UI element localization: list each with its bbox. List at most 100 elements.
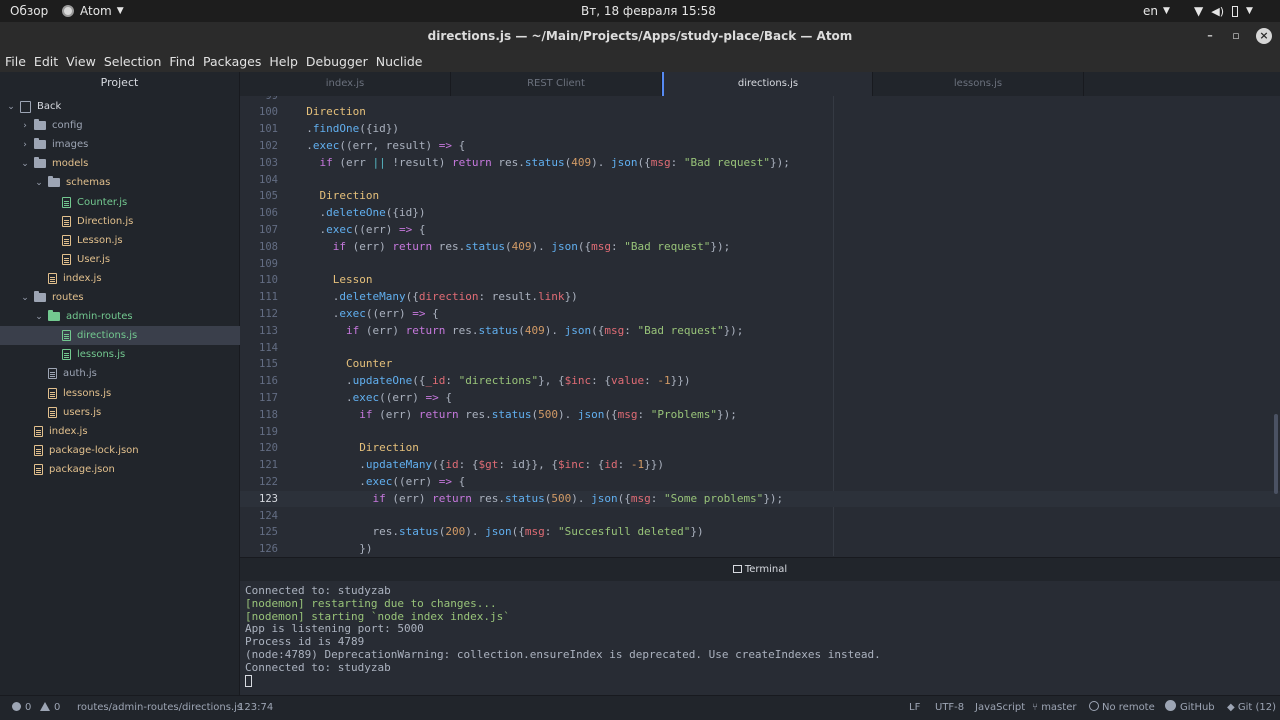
diagnostics-warnings[interactable]: 0 <box>40 696 60 720</box>
editor-scrollbar[interactable] <box>1274 414 1278 494</box>
chevron-down-icon[interactable]: ⌄ <box>20 293 30 303</box>
menu-nuclide[interactable]: Nuclide <box>376 54 423 69</box>
git-panel-toggle[interactable]: ◆ Git (12) <box>1227 696 1276 720</box>
menu-file[interactable]: File <box>5 54 26 69</box>
editor-tab[interactable]: directions.js <box>662 72 873 96</box>
menu-debugger[interactable]: Debugger <box>306 54 368 69</box>
tree-file-item[interactable]: User.js <box>0 250 240 269</box>
maximize-icon[interactable]: ▫ <box>1228 28 1244 44</box>
code-line: 102 .exec((err, result) => { <box>240 138 1280 155</box>
menu-packages[interactable]: Packages <box>203 54 261 69</box>
menu-help[interactable]: Help <box>269 54 298 69</box>
tree-folder-item[interactable]: ⌄ schemas <box>0 173 240 192</box>
code-text: .exec((err, result) => { <box>293 138 466 152</box>
system-status-area[interactable]: ▼ ◀) ▼ <box>1194 0 1253 22</box>
editor-tab[interactable]: lessons.js <box>873 72 1084 96</box>
tree-item-label: Lesson.js <box>77 234 123 246</box>
info-icon <box>1089 701 1099 711</box>
git-remote[interactable]: No remote <box>1089 696 1155 720</box>
menu-view[interactable]: View <box>66 54 96 69</box>
tree-file-item[interactable]: package.json <box>0 460 240 479</box>
tree-folder-item[interactable]: ⌄ admin-routes <box>0 307 240 326</box>
line-number: 113 <box>259 324 278 337</box>
chevron-right-icon[interactable]: › <box>20 121 30 131</box>
tree-file-item[interactable]: lessons.js <box>0 345 240 364</box>
tree-file-item[interactable]: directions.js <box>0 326 240 346</box>
editor-tab[interactable]: REST Client <box>451 72 662 96</box>
tree-folder-item[interactable]: › config <box>0 116 240 135</box>
tree-file-item[interactable]: auth.js <box>0 364 240 383</box>
window-title: directions.js — ~/Main/Projects/Apps/stu… <box>427 29 853 43</box>
cursor-position[interactable]: 123:74 <box>238 696 273 720</box>
tree-file-item[interactable]: package-lock.json <box>0 441 240 460</box>
window-title-bar: directions.js — ~/Main/Projects/Apps/stu… <box>0 22 1280 50</box>
code-line: 123 if (err) return res.status(500). jso… <box>240 490 1280 508</box>
tree-item-label: index.js <box>49 425 88 437</box>
diagnostics-errors[interactable]: 0 <box>12 696 31 720</box>
line-number: 125 <box>259 526 278 539</box>
clock[interactable]: Вт, 18 февраля 15:58 <box>581 0 716 22</box>
tree-folder-item[interactable]: › images <box>0 135 240 154</box>
error-count: 0 <box>25 702 32 713</box>
tree-file-item[interactable]: Counter.js <box>0 193 240 212</box>
code-line: 125 res.status(200). json({msg: "Succesf… <box>240 524 1280 541</box>
tree-folder-item[interactable]: ⌄ models <box>0 154 240 173</box>
encoding-selector[interactable]: UTF-8 <box>935 696 964 720</box>
minimize-icon[interactable]: – <box>1202 28 1218 44</box>
app-menu-button[interactable]: Atom ▼ <box>62 0 124 22</box>
chevron-down-icon[interactable]: ⌄ <box>6 102 16 112</box>
code-text: if (err) return res.status(500). json({m… <box>359 407 737 421</box>
close-icon[interactable]: × <box>1256 28 1272 44</box>
file-icon <box>62 253 71 265</box>
line-number: 121 <box>259 459 278 472</box>
file-icon <box>62 349 71 361</box>
line-number: 99 <box>240 96 278 104</box>
atom-app-icon <box>62 5 74 17</box>
menu-selection[interactable]: Selection <box>104 54 162 69</box>
file-icon <box>34 444 43 456</box>
tree-file-item[interactable]: Lesson.js <box>0 231 240 250</box>
code-editor[interactable]: 99 100 Direction 101 .findOne({id}) 102 .ex… <box>240 96 1280 556</box>
file-path[interactable]: routes/admin-routes/directions.js <box>77 696 242 720</box>
menu-bar: File Edit View Selection Find Packages Help Deb… <box>0 50 1280 72</box>
terminal-panel[interactable]: Connected to: studyzab [nodemon] restarti… <box>240 581 1280 695</box>
activities-button[interactable]: Обзор <box>10 0 48 22</box>
menu-find[interactable]: Find <box>169 54 195 69</box>
tree-folder-item[interactable]: ⌄ routes <box>0 288 240 307</box>
line-number: 100 <box>259 106 278 119</box>
chevron-right-icon[interactable]: › <box>20 140 30 150</box>
git-branch[interactable]: ⑂ master <box>1032 696 1076 720</box>
warning-icon <box>40 702 50 711</box>
line-number: 107 <box>259 223 278 236</box>
terminal-line: [nodemon] restarting due to changes... <box>245 596 497 610</box>
terminal-output: Connected to: studyzab [nodemon] restarti… <box>245 584 1280 675</box>
code-line: 116 .updateOne({_id: "directions"}, {$in… <box>240 373 1280 390</box>
github-panel-toggle[interactable]: GitHub <box>1165 696 1215 720</box>
line-number: 101 <box>259 123 278 136</box>
line-number: 126 <box>259 543 278 556</box>
tree-file-item[interactable]: users.js <box>0 403 240 422</box>
tree-file-item[interactable]: index.js <box>0 269 240 288</box>
menu-edit[interactable]: Edit <box>34 54 58 69</box>
chevron-down-icon[interactable]: ⌄ <box>34 178 44 188</box>
tree-item-label: index.js <box>63 272 102 284</box>
chevron-down-icon[interactable]: ⌄ <box>34 312 44 322</box>
code-text: Direction <box>306 105 366 119</box>
terminal-header[interactable]: Terminal <box>240 557 1280 581</box>
grammar-selector[interactable]: JavaScript <box>975 696 1025 720</box>
line-number: 115 <box>259 358 278 371</box>
line-ending-selector[interactable]: LF <box>909 696 920 720</box>
tree-view-header[interactable]: Project <box>0 72 239 94</box>
code-line: 118 if (err) return res.status(500). jso… <box>240 407 1280 424</box>
tree-file-item[interactable]: lessons.js <box>0 384 240 403</box>
code-line: 108 if (err) return res.status(409). jso… <box>240 239 1280 256</box>
tree-item-label: models <box>52 158 89 170</box>
editor-tab[interactable]: index.js <box>240 72 451 96</box>
code-text: .findOne({id}) <box>293 122 399 136</box>
code-line: 111 .deleteMany({direction: result.link}… <box>240 289 1280 306</box>
tree-folder-item[interactable]: ⌄ Back <box>0 97 240 116</box>
tree-file-item[interactable]: Direction.js <box>0 212 240 231</box>
chevron-down-icon[interactable]: ⌄ <box>20 159 30 169</box>
tree-file-item[interactable]: index.js <box>0 422 240 441</box>
keyboard-layout-button[interactable]: en ▼ <box>1143 0 1170 22</box>
